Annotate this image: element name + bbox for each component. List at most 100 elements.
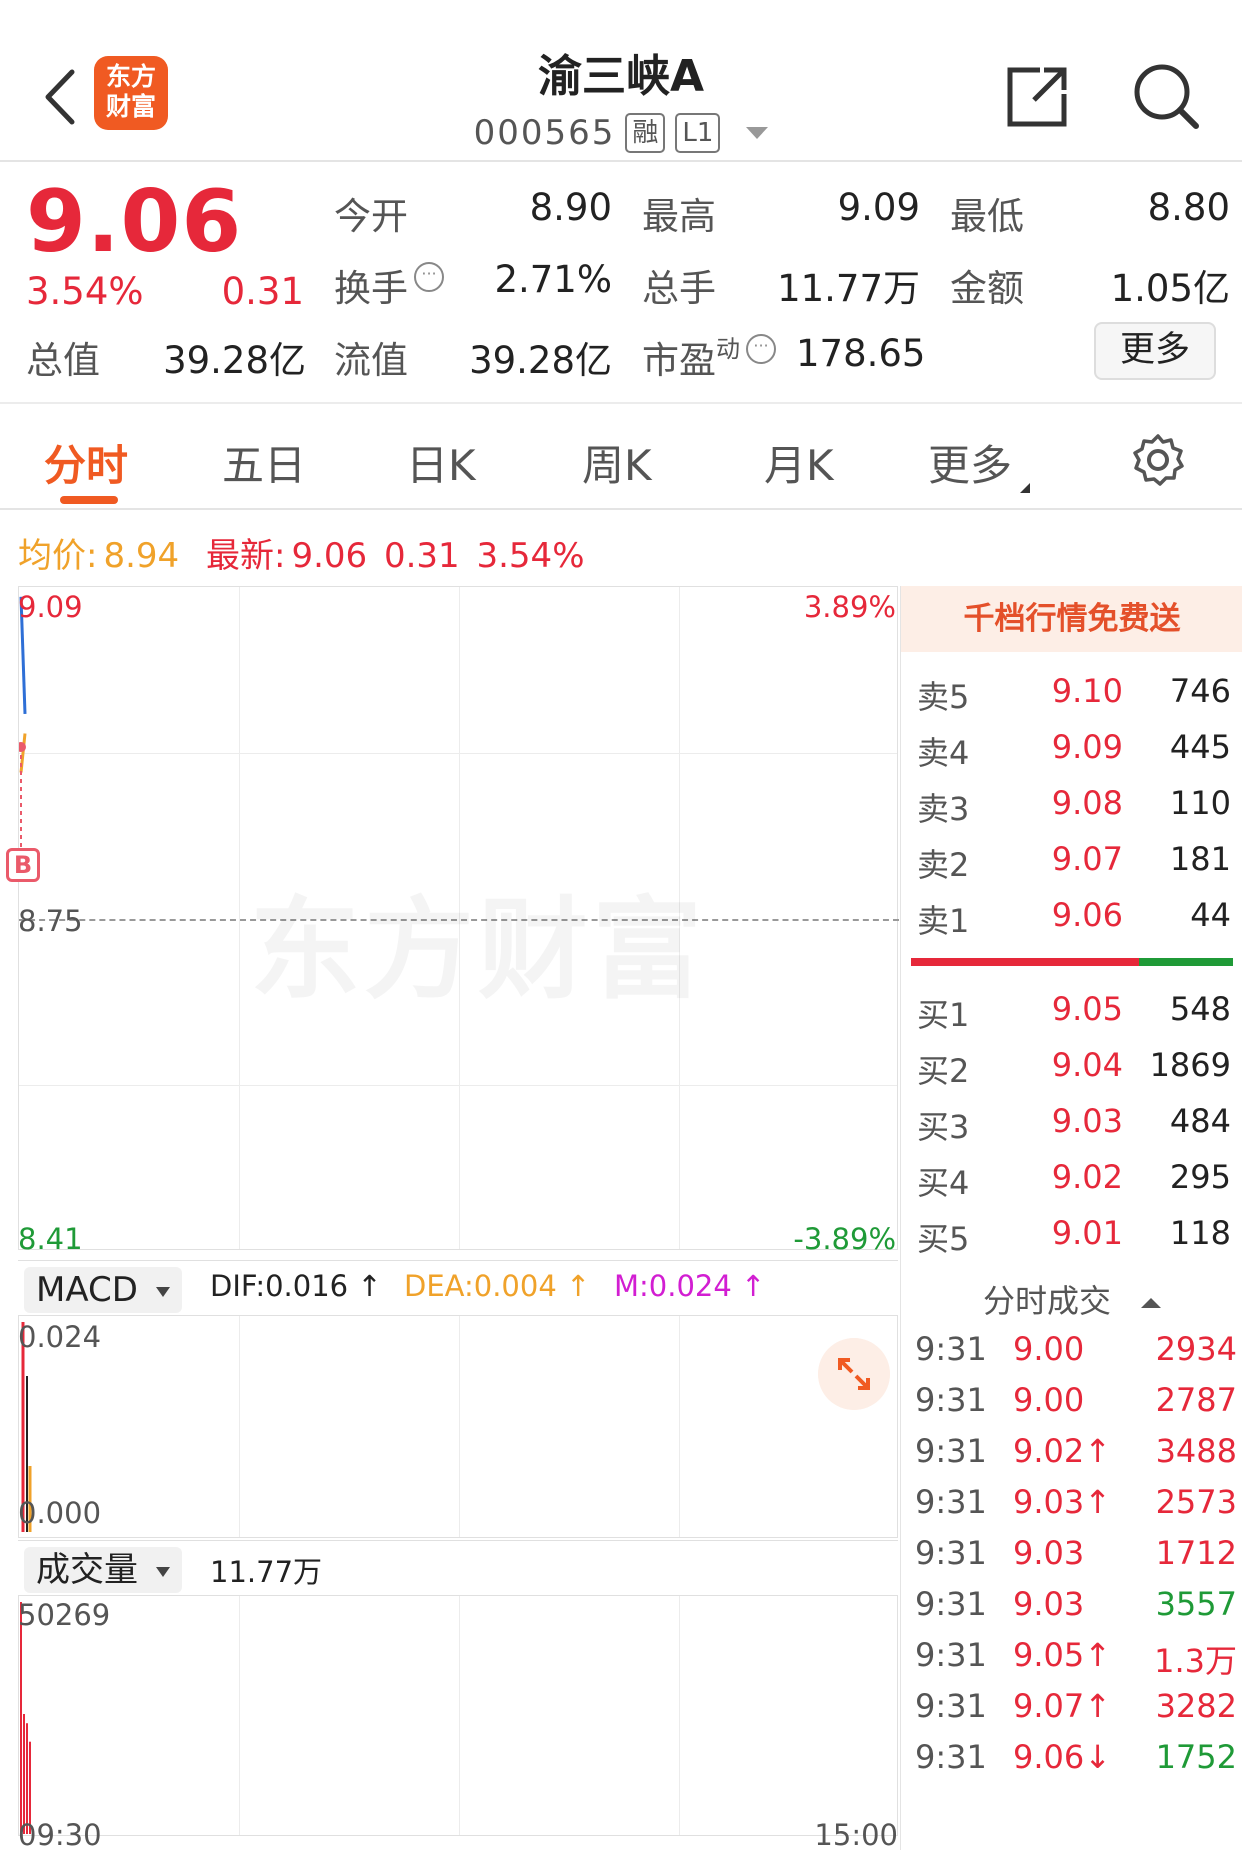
tick-trades-header[interactable]: 分时成交 [901, 1276, 1242, 1322]
stock-code: 000565 [473, 113, 616, 153]
latest-label: 最新: [205, 536, 286, 576]
macd-bars [21, 1322, 32, 1532]
high-value: 9.09 [837, 186, 920, 229]
bid-row[interactable]: 买1 9.05 548 [901, 990, 1242, 1046]
bid-label: 买2 [917, 1052, 970, 1090]
turnover-label[interactable]: 换手 ··· [334, 258, 444, 312]
tab-more[interactable]: 更多 [928, 432, 1031, 493]
turnover-label-text: 换手 [334, 267, 408, 310]
promo-banner[interactable]: 千档行情免费送 [901, 586, 1242, 652]
tab-intraday[interactable]: 分时 [44, 432, 128, 493]
ask-qty: 44 [1190, 896, 1231, 934]
margin-tag: 融 [625, 113, 666, 153]
tick-volume: 3488 [1155, 1432, 1237, 1470]
bid-qty: 1869 [1149, 1046, 1231, 1084]
ask-row[interactable]: 卖5 9.10 746 [901, 672, 1242, 728]
bid-price: 9.04 [1051, 1046, 1123, 1084]
volume-chart[interactable] [18, 1596, 898, 1836]
ask-label: 卖2 [917, 846, 970, 884]
bid-qty: 295 [1169, 1158, 1231, 1196]
volume-selector[interactable]: 成交量 [24, 1547, 182, 1593]
tab-five-day[interactable]: 五日 [222, 432, 306, 493]
tick-time: 9:31 [915, 1381, 987, 1419]
tick-time: 9:31 [915, 1687, 987, 1725]
tick-row[interactable]: 9:31 9.05↑ 1.3万 [901, 1636, 1242, 1692]
bid-price: 9.02 [1051, 1158, 1123, 1196]
info-dots-icon[interactable]: ··· [414, 262, 444, 292]
tick-volume: 2573 [1155, 1483, 1237, 1521]
macd-header: MACD DIF:0.016 ↑ DEA:0.004 ↑ M:0.024 ↑ [18, 1260, 898, 1316]
ask-qty: 746 [1169, 672, 1231, 710]
caret-up-icon [1141, 1298, 1161, 1308]
ask-row[interactable]: 卖1 9.06 44 [901, 896, 1242, 952]
tick-row[interactable]: 9:31 9.06↓ 1752 [901, 1738, 1242, 1794]
amount-label: 金额 [950, 267, 1024, 310]
bid-row[interactable]: 买4 9.02 295 [901, 1158, 1242, 1214]
bid-row[interactable]: 买2 9.04 1869 [901, 1046, 1242, 1102]
more-quote-button[interactable]: 更多 [1094, 322, 1216, 380]
order-book-panel: 千档行情免费送 卖5 9.10 746 卖4 9.09 445 卖3 9.08 110 卖2… [900, 586, 1242, 1850]
macd-chart[interactable] [18, 1316, 898, 1538]
indicator-selector[interactable]: MACD [24, 1267, 182, 1313]
tick-trades-title: 分时成交 [982, 1282, 1111, 1320]
period-tabs: 分时 五日 日K 周K 月K 更多 [0, 406, 1242, 510]
search-icon[interactable] [1128, 58, 1204, 134]
tick-volume: 1712 [1155, 1534, 1237, 1572]
tick-time: 9:31 [915, 1636, 987, 1674]
quote-panel: 9.06 3.54% 0.31 今开 8.90 最高 9.09 最低 8.80 … [0, 164, 1242, 404]
stock-code-row[interactable]: 000565 融 L1 [420, 108, 822, 158]
ask-row[interactable]: 卖4 9.09 445 [901, 728, 1242, 784]
tick-row[interactable]: 9:31 9.03 1712 [901, 1534, 1242, 1590]
float-value: 39.28亿 [469, 339, 612, 382]
bid-qty: 484 [1169, 1102, 1231, 1140]
tab-month-k[interactable]: 月K [764, 432, 834, 493]
ask-label: 卖3 [917, 790, 970, 828]
turnover-value: 2.71% [494, 258, 612, 301]
bid-row[interactable]: 买5 9.01 118 [901, 1214, 1242, 1270]
volume-total: 11.77万 [210, 1555, 323, 1589]
chevron-down-icon[interactable] [746, 127, 769, 139]
app-logo[interactable]: 东方 财富 [94, 56, 168, 130]
tick-price: 9.03 [1013, 1585, 1085, 1623]
ask-price: 9.06 [1051, 896, 1123, 934]
ask-qty: 445 [1169, 728, 1231, 766]
tick-price: 9.06↓ [1013, 1738, 1112, 1776]
tick-row[interactable]: 9:31 9.02↑ 3488 [901, 1432, 1242, 1488]
tick-price: 9.07↑ [1013, 1687, 1112, 1725]
tick-row[interactable]: 9:31 9.03↑ 2573 [901, 1483, 1242, 1539]
tab-week-k[interactable]: 周K [582, 432, 652, 493]
avg-label: 均价: [18, 536, 98, 576]
tick-row[interactable]: 9:31 9.00 2787 [901, 1381, 1242, 1437]
tick-price: 9.00 [1013, 1330, 1085, 1368]
macd-dea: DEA:0.004 ↑ [404, 1269, 591, 1303]
macd-y-bottom-label: 0.000 [18, 1496, 102, 1530]
tick-volume: 2934 [1155, 1330, 1237, 1368]
caret-icon [1020, 483, 1031, 493]
ask-qty: 110 [1169, 784, 1231, 822]
tick-row[interactable]: 9:31 9.00 2934 [901, 1330, 1242, 1386]
x-axis-start-label: 09:30 [18, 1818, 102, 1850]
back-arrow-icon[interactable] [36, 62, 86, 132]
pe-dynamic-sup: 动 [716, 335, 740, 363]
tab-day-k[interactable]: 日K [406, 432, 476, 493]
tick-time: 9:31 [915, 1330, 987, 1368]
volume-selector-label: 成交量 [36, 1550, 138, 1590]
ask-row[interactable]: 卖3 9.08 110 [901, 784, 1242, 840]
avg-value: 8.94 [103, 536, 180, 576]
tick-volume: 1.3万 [1154, 1642, 1237, 1680]
pe-label[interactable]: 市盈动 ··· [642, 330, 776, 384]
ask-price: 9.10 [1051, 672, 1123, 710]
tick-row[interactable]: 9:31 9.07↑ 3282 [901, 1687, 1242, 1743]
bid-row[interactable]: 买3 9.03 484 [901, 1102, 1242, 1158]
tick-row[interactable]: 9:31 9.03 3557 [901, 1585, 1242, 1641]
info-dots-icon[interactable]: ··· [746, 334, 776, 364]
gear-icon[interactable] [1130, 432, 1186, 488]
pe-label-text: 市盈 [642, 339, 716, 382]
bid-ask-ratio-red [911, 958, 1139, 966]
buy-badge[interactable]: B [6, 848, 40, 882]
ask-row[interactable]: 卖2 9.07 181 [901, 840, 1242, 896]
float-value-label: 流值 [334, 339, 408, 382]
watermark: 东方财富 [250, 860, 706, 1020]
share-icon[interactable] [1000, 58, 1076, 134]
expand-icon[interactable] [818, 1338, 890, 1410]
